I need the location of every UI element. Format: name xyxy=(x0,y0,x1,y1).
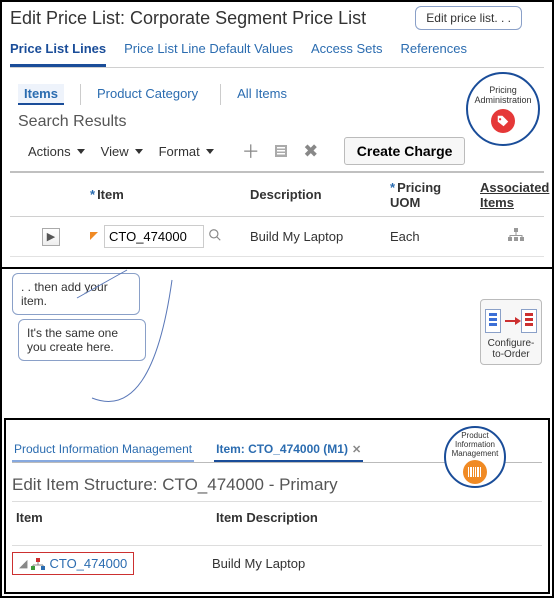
pricing-admin-badge: Pricing Administration xyxy=(466,72,540,146)
col-pricing-uom[interactable]: *Pricing UOM xyxy=(386,176,476,214)
format-menu[interactable]: Format xyxy=(155,142,218,161)
collapse-icon[interactable]: ◢ xyxy=(19,557,27,570)
create-charge-button[interactable]: Create Charge xyxy=(344,137,466,165)
primary-tab-row: Price List Lines Price List Line Default… xyxy=(10,35,544,68)
pim-badge-label: Product Information Management xyxy=(446,431,504,458)
tab-access-sets[interactable]: Access Sets xyxy=(311,35,383,67)
pim-tab-pim[interactable]: Product Information Management xyxy=(12,438,194,462)
search-results-heading: Search Results xyxy=(18,113,544,131)
delete-icon[interactable]: ✖ xyxy=(300,140,322,162)
callout-add-item: . . then add your item. xyxy=(12,273,140,315)
callout-same-one: It's the same one you create here. xyxy=(18,319,146,361)
detach-icon[interactable] xyxy=(270,140,292,162)
secondary-tab-row: Items Product Category All Items xyxy=(18,84,544,105)
pim-row: ◢ CTO_474000 Build My Laptop xyxy=(12,546,542,581)
document-icon xyxy=(485,309,501,333)
sub-tab-items[interactable]: Items xyxy=(18,84,64,105)
grid-toolbar: Actions View Format ＋ ✖ Create Charge xyxy=(24,137,544,165)
tab-references[interactable]: References xyxy=(400,35,466,67)
pim-item-link[interactable]: CTO_474000 xyxy=(49,556,127,571)
grid-row: ▶ Build My Laptop Each xyxy=(10,217,544,257)
associated-items-icon[interactable] xyxy=(476,224,554,249)
view-menu[interactable]: View xyxy=(97,142,147,161)
configure-to-order-badge: Configure-to-Order xyxy=(480,299,542,365)
document-icon xyxy=(521,309,537,333)
cell-pricing-uom: Each xyxy=(386,225,476,248)
barcode-icon xyxy=(463,460,487,484)
item-lookup-icon[interactable] xyxy=(208,228,222,245)
col-item[interactable]: *Item xyxy=(86,183,246,206)
item-input[interactable] xyxy=(104,225,204,248)
expand-row-icon[interactable]: ▶ xyxy=(42,228,60,246)
price-list-grid: *Item Description *Pricing UOM Associate… xyxy=(10,171,544,257)
tab-price-list-line-defaults[interactable]: Price List Line Default Values xyxy=(124,35,293,67)
pricing-admin-badge-label: Pricing Administration xyxy=(468,85,538,105)
price-tag-icon xyxy=(491,109,515,133)
arrow-icon xyxy=(505,320,517,322)
sub-tab-product-category[interactable]: Product Category xyxy=(80,84,204,105)
required-indicator-icon xyxy=(90,232,100,242)
sub-tab-all-items[interactable]: All Items xyxy=(220,84,293,105)
actions-menu[interactable]: Actions xyxy=(24,142,89,161)
pim-col-item[interactable]: Item xyxy=(12,502,212,545)
callout-edit-price-list: Edit price list. . . xyxy=(415,6,522,30)
col-associated-items[interactable]: Associated Items xyxy=(476,176,554,214)
cell-description: Build My Laptop xyxy=(246,225,386,248)
pim-tab-item[interactable]: Item: CTO_474000 (M1) ✕ xyxy=(214,438,363,462)
add-icon[interactable]: ＋ xyxy=(240,140,262,162)
hierarchy-icon xyxy=(31,558,45,570)
close-tab-icon[interactable]: ✕ xyxy=(352,443,361,456)
configure-to-order-label: Configure-to-Order xyxy=(488,338,535,360)
col-description[interactable]: Description xyxy=(246,183,386,206)
pim-badge: Product Information Management xyxy=(444,426,506,488)
tab-price-list-lines[interactable]: Price List Lines xyxy=(10,35,106,67)
pim-col-description[interactable]: Item Description xyxy=(212,502,542,545)
pim-cell-description: Build My Laptop xyxy=(212,556,542,571)
